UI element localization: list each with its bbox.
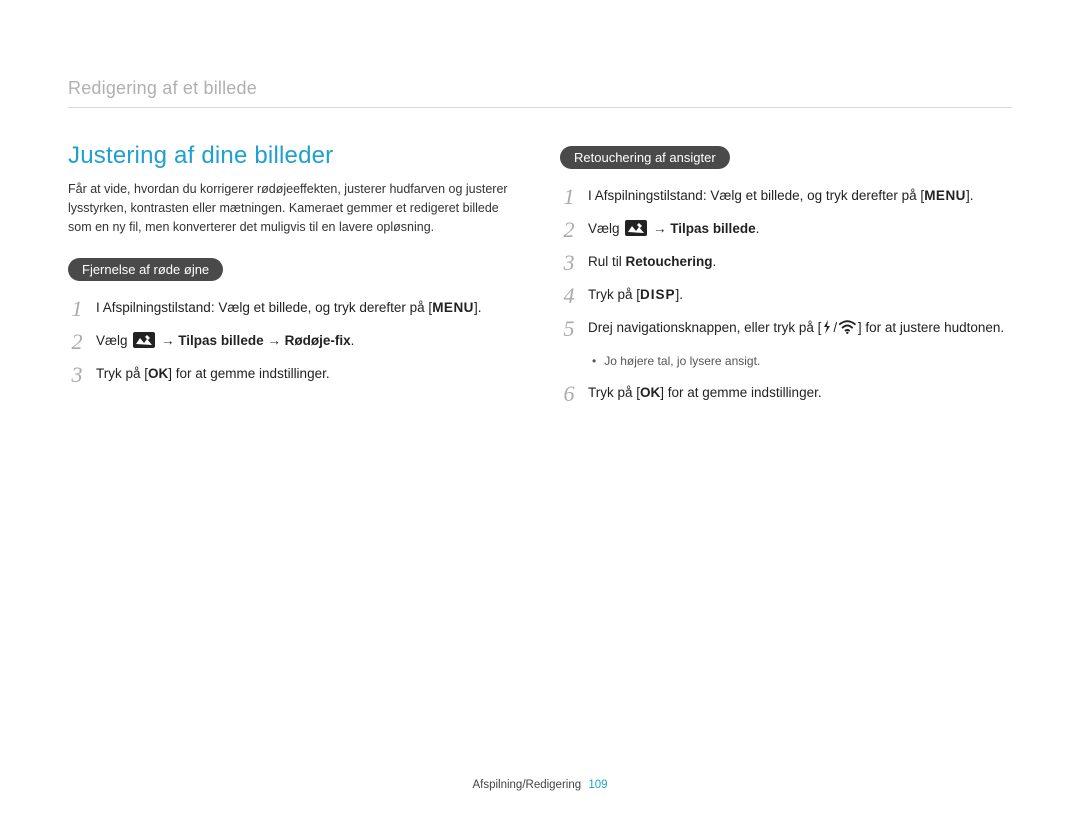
text: → bbox=[157, 333, 178, 348]
step-text: Tryk på [OK] for at gemme indstillinger. bbox=[96, 363, 520, 385]
steps-retouch: 1 I Afspilningstilstand: Vælg et billede… bbox=[560, 185, 1012, 405]
step-text: Drej navigationsknappen, eller tryk på [… bbox=[588, 317, 1012, 339]
left-column: Justering af dine billeder Får at vide, … bbox=[68, 142, 520, 405]
step-3: 3 Rul til Retouchering. bbox=[560, 251, 1012, 274]
text: Vælg bbox=[96, 333, 131, 348]
step-2: 2 Vælg → Tilpas billede → Rødøje-fix. bbox=[68, 330, 520, 353]
step-number: 2 bbox=[560, 218, 578, 241]
edit-image-icon bbox=[625, 220, 647, 236]
step-4: 4 Tryk på [DISP]. bbox=[560, 284, 1012, 307]
text: . bbox=[756, 221, 760, 236]
text: ] for at justere hudtonen. bbox=[858, 320, 1004, 335]
footer: Afspilning/Redigering 109 bbox=[0, 779, 1080, 791]
text: → bbox=[649, 221, 670, 236]
step-number: 5 bbox=[560, 317, 578, 340]
text: . bbox=[713, 254, 717, 269]
text: Rul til bbox=[588, 254, 626, 269]
step-text: I Afspilningstilstand: Vælg et billede, … bbox=[588, 185, 1012, 207]
step-text: Vælg → Tilpas billede → Rødøje-fix. bbox=[96, 330, 520, 352]
text: I Afspilningstilstand: Vælg et billede, … bbox=[588, 188, 924, 203]
text: Vælg bbox=[588, 221, 623, 236]
step-3: 3 Tryk på [OK] for at gemme indstillinge… bbox=[68, 363, 520, 386]
step-text: Vælg → Tilpas billede. bbox=[588, 218, 1012, 240]
ok-label: OK bbox=[148, 366, 168, 381]
page-number: 109 bbox=[588, 779, 607, 791]
text: ]. bbox=[474, 300, 482, 315]
step-1: 1 I Afspilningstilstand: Vælg et billede… bbox=[560, 185, 1012, 208]
flash-icon bbox=[822, 320, 832, 334]
columns: Justering af dine billeder Får at vide, … bbox=[68, 142, 1012, 405]
step-text: I Afspilningstilstand: Vælg et billede, … bbox=[96, 297, 520, 319]
disp-label: DISP bbox=[640, 287, 676, 302]
text: → bbox=[264, 333, 285, 348]
section-title: Justering af dine billeder bbox=[68, 142, 520, 170]
step-text: Tryk på [OK] for at gemme indstillinger. bbox=[588, 382, 1012, 404]
subsection-pill-retouch: Retouchering af ansigter bbox=[560, 146, 730, 169]
right-column: Retouchering af ansigter 1 I Afspilnings… bbox=[560, 142, 1012, 405]
page-header: Redigering af et billede bbox=[68, 78, 1012, 108]
ok-label: OK bbox=[640, 385, 660, 400]
step-number: 4 bbox=[560, 284, 578, 307]
text: Tryk på [ bbox=[588, 385, 640, 400]
text: I Afspilningstilstand: Vælg et billede, … bbox=[96, 300, 432, 315]
step-5: 5 Drej navigationsknappen, eller tryk på… bbox=[560, 317, 1012, 340]
page: Redigering af et billede Justering af di… bbox=[0, 0, 1080, 405]
text: ] for at gemme indstillinger. bbox=[168, 366, 329, 381]
steps-redeye: 1 I Afspilningstilstand: Vælg et billede… bbox=[68, 297, 520, 386]
text: ] for at gemme indstillinger. bbox=[660, 385, 821, 400]
text: Tryk på [ bbox=[96, 366, 148, 381]
text: ]. bbox=[676, 287, 684, 302]
step-number: 1 bbox=[68, 297, 86, 320]
subsection-pill-redeye: Fjernelse af røde øjne bbox=[68, 258, 223, 281]
intro-paragraph: Får at vide, hvordan du korrigerer rødøj… bbox=[68, 180, 520, 236]
text: Drej navigationsknappen, eller tryk på [ bbox=[588, 320, 821, 335]
step-number: 2 bbox=[68, 330, 86, 353]
step-text: Rul til Retouchering. bbox=[588, 251, 1012, 273]
menu-label: MENU bbox=[432, 300, 474, 315]
step-1: 1 I Afspilningstilstand: Vælg et billede… bbox=[68, 297, 520, 320]
step-number: 3 bbox=[560, 251, 578, 274]
step-number: 1 bbox=[560, 185, 578, 208]
step-number: 3 bbox=[68, 363, 86, 386]
text: / bbox=[833, 320, 837, 335]
bold-text: Retouchering bbox=[626, 254, 713, 269]
step-text: Tryk på [DISP]. bbox=[588, 284, 1012, 306]
text: ]. bbox=[966, 188, 974, 203]
bold-text: Tilpas billede bbox=[178, 333, 263, 348]
step-2: 2 Vælg → Tilpas billede. bbox=[560, 218, 1012, 241]
note-bullet: Jo højere tal, jo lysere ansigt. bbox=[592, 354, 1012, 368]
edit-image-icon bbox=[133, 332, 155, 348]
step-number: 6 bbox=[560, 382, 578, 405]
text: . bbox=[351, 333, 355, 348]
menu-label: MENU bbox=[924, 188, 966, 203]
step-6: 6 Tryk på [OK] for at gemme indstillinge… bbox=[560, 382, 1012, 405]
bold-text: Rødøje-fix bbox=[285, 333, 351, 348]
footer-section: Afspilning/Redigering bbox=[472, 779, 581, 791]
wifi-icon bbox=[838, 320, 857, 334]
text: Tryk på [ bbox=[588, 287, 640, 302]
bold-text: Tilpas billede bbox=[670, 221, 755, 236]
